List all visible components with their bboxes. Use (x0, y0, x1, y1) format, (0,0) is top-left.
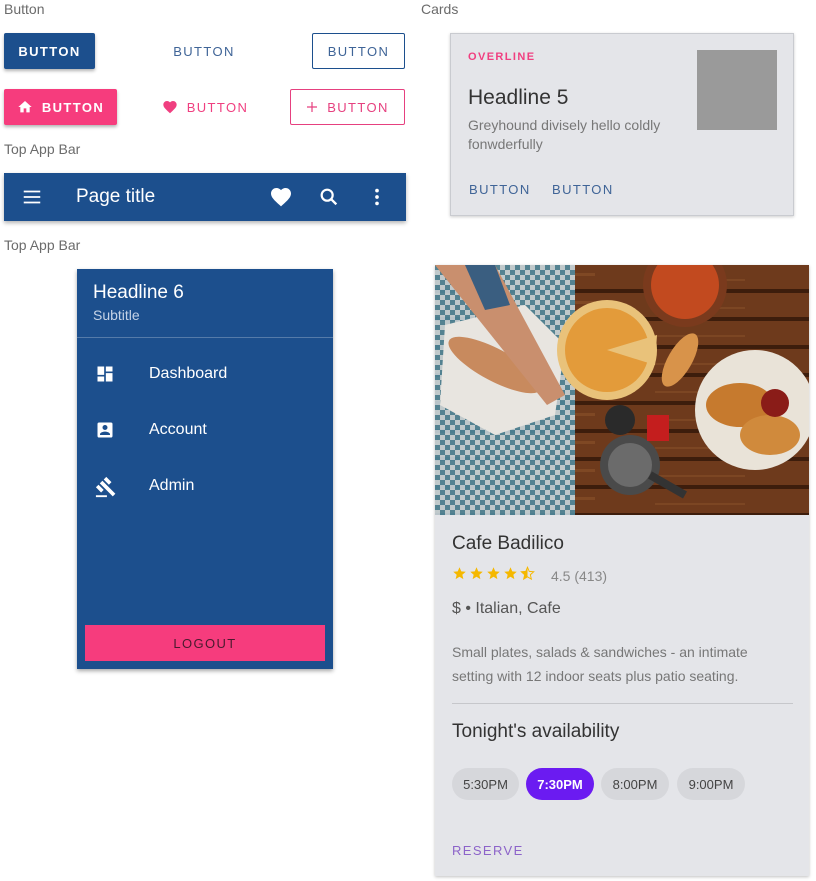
section-label-button: Button (4, 1, 45, 17)
card-divider (452, 703, 793, 704)
section-label-cards: Cards (421, 1, 459, 17)
button-label: BUTTON (41, 99, 105, 115)
drawer-item-label: Account (149, 421, 207, 438)
drawer-item-dashboard[interactable]: Dashboard (77, 350, 333, 398)
time-chip[interactable]: 8:00PM (601, 768, 669, 800)
drawer-item-admin[interactable]: Admin (77, 462, 333, 510)
logout-button[interactable]: LOGOUT (85, 625, 325, 661)
restaurant-photo (435, 265, 809, 515)
menu-icon[interactable] (20, 185, 44, 209)
availability-title: Tonight's availability (452, 721, 620, 742)
restaurant-card: Cafe Badilico 4.5 (413) $ • Italian, Caf… (435, 265, 809, 876)
card-body-text: Greyhound divisely hello coldly fonwderf… (468, 117, 661, 152)
contained-button[interactable]: BUTTON (4, 33, 95, 69)
dashboard-icon (95, 364, 115, 384)
account-box-icon (95, 420, 115, 440)
card-thumbnail (697, 50, 777, 130)
more-vert-icon[interactable] (365, 185, 389, 209)
navigation-drawer: Headline 6 Subtitle Dashboard Account Ad… (77, 269, 333, 669)
drawer-item-account[interactable]: Account (77, 406, 333, 454)
page-title: Page title (76, 186, 156, 207)
reserve-button[interactable]: RESERVE (452, 843, 524, 858)
drawer-divider (77, 337, 333, 338)
home-icon (17, 99, 33, 115)
drawer-headline: Headline 6 (93, 282, 184, 303)
card-action-button-2[interactable]: BUTTON (552, 182, 614, 197)
star-icon (503, 566, 518, 586)
card-overline: OVERLINE (468, 51, 536, 63)
button-label: BUTTON (327, 99, 389, 115)
button-label: BUTTON (173, 43, 235, 59)
button-label: BUTTON (327, 43, 390, 59)
star-icon (469, 566, 484, 586)
rating-row: 4.5 (413) (452, 566, 607, 586)
time-chip[interactable]: 5:30PM (452, 768, 519, 800)
add-button[interactable]: BUTTON (290, 89, 405, 125)
heart-icon (162, 99, 178, 115)
drawer-subtitle: Subtitle (93, 307, 140, 323)
drawer-item-label: Dashboard (149, 365, 228, 382)
gavel-icon (95, 476, 116, 498)
section-label-top-app-bar-2: Top App Bar (4, 237, 81, 253)
favorite-button[interactable]: BUTTON (152, 89, 258, 125)
restaurant-description: Small plates, salads & sandwiches - an i… (452, 644, 748, 684)
plus-icon (306, 101, 318, 113)
text-button[interactable]: BUTTON (158, 33, 250, 69)
section-label-top-app-bar: Top App Bar (4, 141, 81, 157)
price-category: $ • Italian, Cafe (452, 600, 561, 617)
time-chip-selected[interactable]: 7:30PM (526, 768, 594, 800)
restaurant-name: Cafe Badilico (452, 533, 564, 554)
drawer-item-label: Admin (149, 477, 195, 494)
star-icon (486, 566, 501, 586)
star-rating (452, 566, 535, 586)
search-icon[interactable] (317, 185, 341, 209)
outlined-button[interactable]: BUTTON (312, 33, 405, 69)
home-button[interactable]: BUTTON (4, 89, 117, 125)
top-app-bar: Page title (4, 173, 406, 221)
time-chip[interactable]: 9:00PM (677, 768, 745, 800)
button-label: BUTTON (186, 99, 249, 115)
card-headline: Headline 5 (468, 86, 569, 109)
heart-icon[interactable] (269, 185, 293, 209)
star-icon (452, 566, 467, 586)
rating-text: 4.5 (413) (551, 568, 608, 584)
star-half-icon (520, 566, 535, 586)
headline-card: OVERLINE Headline 5 Greyhound divisely h… (450, 33, 794, 216)
button-label: BUTTON (18, 43, 81, 59)
card-action-button-1[interactable]: BUTTON (469, 182, 531, 197)
